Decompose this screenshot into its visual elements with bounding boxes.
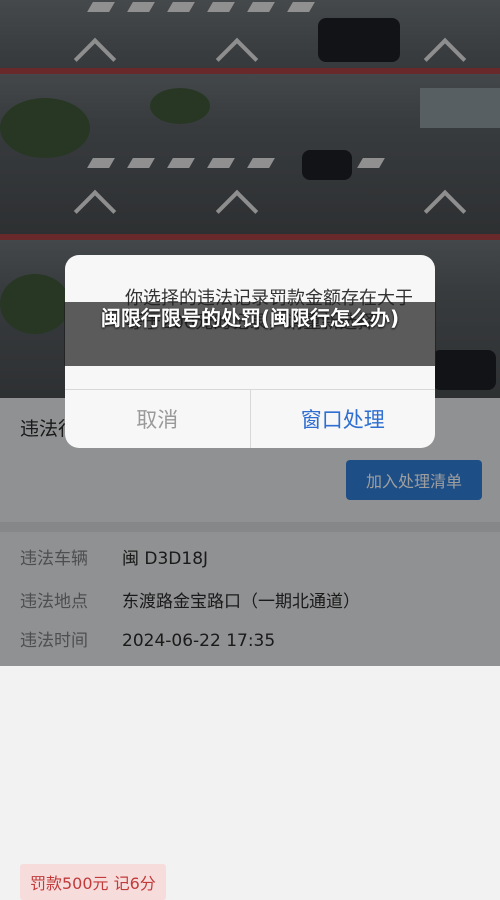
article-title: 闽限行限号的处罚(闽限行怎么办) <box>100 306 400 330</box>
dialog-button-bar: 取消 窗口处理 <box>65 389 435 448</box>
fine-points-badge: 罚款500元 记6分 <box>20 864 166 900</box>
window-process-button[interactable]: 窗口处理 <box>251 390 436 448</box>
cancel-button[interactable]: 取消 <box>65 390 251 448</box>
